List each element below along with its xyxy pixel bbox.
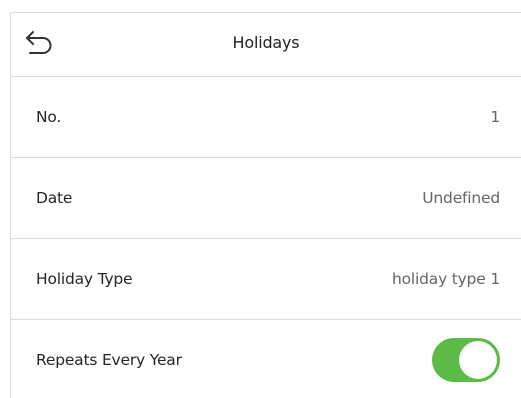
row-no-value: 1 (490, 108, 500, 126)
page-title: Holidays (232, 33, 300, 52)
row-no[interactable]: No. 1 (11, 77, 521, 158)
row-holiday-type-label: Holiday Type (36, 270, 133, 288)
row-date-label: Date (36, 189, 73, 207)
header-bar: Holidays (11, 13, 521, 77)
row-date-value: Undefined (422, 189, 500, 207)
repeats-every-year-toggle[interactable] (432, 338, 500, 382)
holidays-screen: Holidays No. 1 Date Undefined Holiday Ty… (0, 0, 521, 398)
holiday-settings-panel: Holidays No. 1 Date Undefined Holiday Ty… (10, 12, 521, 398)
row-repeats-label: Repeats Every Year (36, 351, 182, 369)
row-repeats-every-year: Repeats Every Year (11, 320, 521, 398)
toggle-knob (459, 341, 497, 379)
row-no-label: No. (36, 108, 62, 126)
row-holiday-type[interactable]: Holiday Type holiday type 1 (11, 239, 521, 320)
row-holiday-type-value: holiday type 1 (392, 270, 500, 288)
row-date[interactable]: Date Undefined (11, 158, 521, 239)
